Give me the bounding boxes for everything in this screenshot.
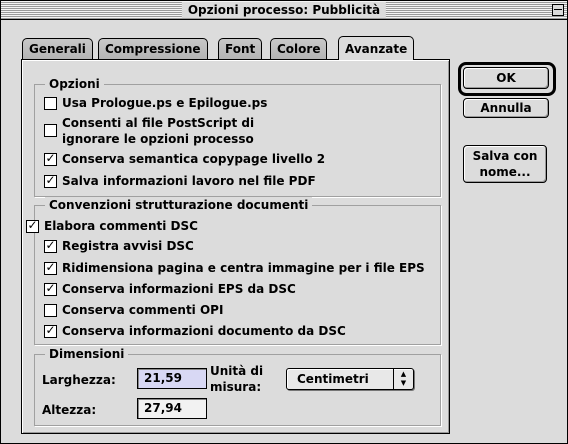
checkbox-label: Consenti al file PostScript di	[62, 116, 255, 130]
checkmark-icon: ✓	[45, 173, 56, 187]
save-as-label-line2: nome...	[479, 165, 531, 179]
unit-label-line2: misura:	[210, 380, 262, 394]
tab-compressione[interactable]: Compressione	[98, 38, 208, 59]
checkbox-box[interactable]: ✓	[44, 260, 57, 275]
checkbox-save-job-info[interactable]: ✓ Salva informazioni lavoro nel file PDF	[44, 173, 316, 189]
checkbox-box[interactable]: ✓	[26, 218, 39, 233]
tab-font[interactable]: Font	[218, 38, 263, 59]
checkbox-box[interactable]: ✓	[44, 173, 57, 188]
window-title: Opzioni processo: Pubblicità	[181, 2, 387, 18]
checkbox-label: Elabora commenti DSC	[44, 219, 198, 233]
width-label: Larghezza:	[42, 373, 116, 387]
checkmark-icon: ✓	[45, 260, 56, 274]
checkbox-label: Conserva commenti OPI	[62, 303, 224, 317]
checkbox-box[interactable]	[44, 97, 57, 110]
checkbox-box[interactable]	[44, 124, 57, 137]
checkmark-icon: ✓	[45, 238, 56, 252]
collapse-box-icon[interactable]	[552, 4, 564, 16]
title-bar[interactable]: Opzioni processo: Pubblicità	[1, 1, 567, 20]
options-group-title: Opzioni	[45, 76, 104, 92]
checkbox-resize-eps[interactable]: ✓ Ridimensiona pagina e centra immagine …	[44, 260, 425, 276]
ok-button[interactable]: OK	[463, 67, 549, 89]
checkbox-copypage-semantics[interactable]: ✓ Conserva semantica copypage livello 2	[44, 151, 325, 167]
checkbox-postscript-override[interactable]: Consenti al file PostScript di ignorare …	[44, 115, 254, 147]
checkbox-preserve-opi[interactable]: Conserva commenti OPI	[44, 302, 223, 318]
checkmark-icon: ✓	[45, 151, 56, 165]
unit-select[interactable]: Centimetri ▲ ▼	[286, 368, 414, 390]
checkbox-box[interactable]: ✓	[44, 281, 57, 296]
save-as-label-line1: Salva con	[472, 149, 538, 163]
checkbox-box[interactable]: ✓	[44, 151, 57, 166]
checkbox-label: Ridimensiona pagina e centra immagine pe…	[62, 261, 425, 275]
dimensions-group-title: Dimensioni	[45, 346, 129, 362]
checkbox-box[interactable]: ✓	[44, 238, 57, 253]
save-as-button[interactable]: Salva con nome...	[463, 145, 547, 183]
checkbox-label: Conserva semantica copypage livello 2	[62, 152, 326, 166]
checkmark-icon: ✓	[27, 218, 38, 232]
checkbox-preserve-doc-info[interactable]: ✓ Conserva informazioni documento da DSC	[44, 323, 346, 339]
checkmark-icon: ✓	[45, 281, 56, 295]
checkbox-preserve-eps-info[interactable]: ✓ Conserva informazioni EPS da DSC	[44, 281, 296, 297]
height-field[interactable]: 27,94	[137, 398, 207, 419]
cancel-button[interactable]: Annulla	[463, 98, 549, 118]
dsc-group-title: Convenzioni strutturazione documenti	[45, 197, 313, 213]
width-field[interactable]: 21,59	[137, 368, 207, 389]
checkbox-label: Conserva informazioni EPS da DSC	[62, 282, 296, 296]
unit-select-value: Centimetri	[297, 372, 369, 386]
height-label: Altezza:	[42, 403, 97, 417]
tab-colore[interactable]: Colore	[270, 38, 328, 59]
checkmark-icon: ✓	[45, 323, 56, 337]
checkbox-label: Usa Prologue.ps e Epilogue.ps	[62, 96, 268, 110]
checkbox-label-block: Consenti al file PostScript di ignorare …	[62, 115, 254, 147]
unit-label-line1: Unità di	[210, 364, 264, 378]
checkbox-log-dsc-warnings[interactable]: ✓ Registra avvisi DSC	[44, 238, 194, 254]
checkbox-label: Salva informazioni lavoro nel file PDF	[62, 174, 316, 188]
checkbox-label: Registra avvisi DSC	[62, 239, 194, 253]
checkbox-process-dsc[interactable]: ✓ Elabora commenti DSC	[26, 218, 198, 234]
updown-arrows-icon: ▲ ▼	[393, 369, 413, 389]
checkbox-box[interactable]: ✓	[44, 323, 57, 338]
checkbox-box[interactable]	[44, 304, 57, 317]
checkbox-prologue-epilogue[interactable]: Usa Prologue.ps e Epilogue.ps	[44, 95, 267, 111]
checkbox-label-line2: ignorare le opzioni processo	[62, 132, 254, 146]
tab-avanzate[interactable]: Avanzate	[338, 36, 415, 60]
checkbox-label: Conserva informazioni documento da DSC	[62, 324, 346, 338]
tab-generali[interactable]: Generali	[22, 38, 93, 59]
